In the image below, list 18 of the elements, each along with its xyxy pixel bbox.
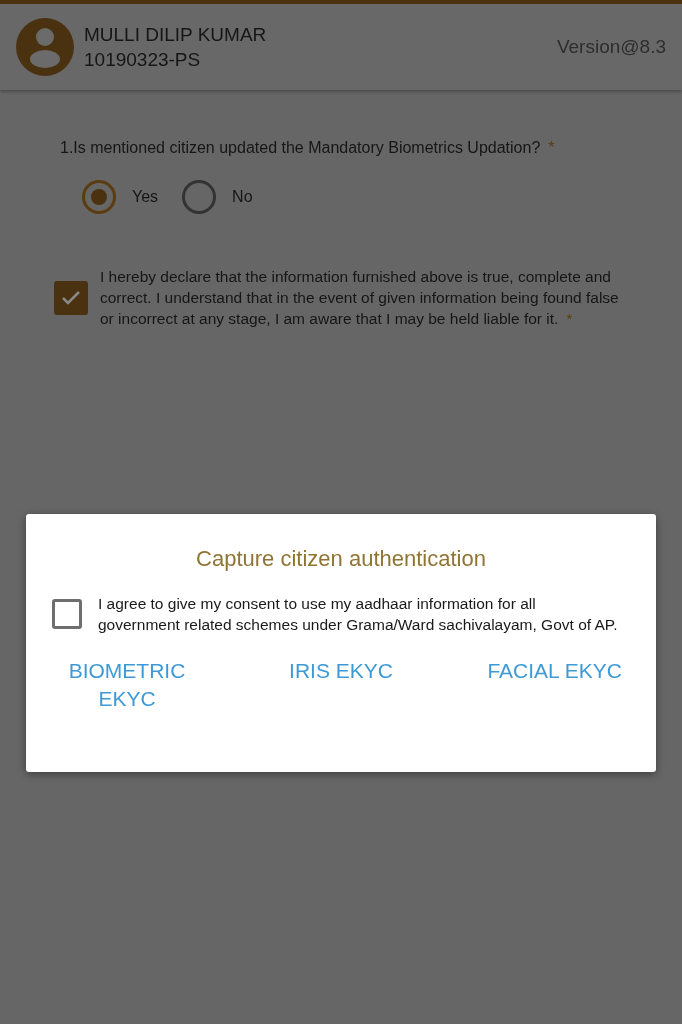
question-text: 1.Is mentioned citizen updated the Mandatory Biometrics Updation? bbox=[60, 138, 541, 158]
version-label: Version@8.3 bbox=[556, 34, 666, 59]
user-name: MULLI DILIP KUMAR bbox=[84, 23, 267, 47]
declaration-checkbox[interactable] bbox=[54, 280, 88, 315]
consent-text: I agree to give my consent to use my aadhaar information for all government related schemes under Grama/Ward sachivalayam, Govt of AP. bbox=[98, 594, 618, 635]
consent-checkbox[interactable] bbox=[52, 599, 82, 629]
radio-label: No bbox=[232, 187, 253, 207]
ekyc-button[interactable]: BIOMETRIC EKYC bbox=[52, 657, 202, 713]
dialog-title: Capture citizen authentication bbox=[196, 545, 486, 573]
radio-button[interactable] bbox=[182, 180, 217, 214]
radio-button[interactable] bbox=[82, 180, 116, 214]
ekyc-button[interactable]: FACIAL EKYC bbox=[479, 657, 630, 685]
required-mark: * bbox=[548, 138, 555, 158]
declaration-text: I hereby declare that the information furnished above is true, complete and correct. I understand that in the event of given information being found false or incorrect at any stage, I am aware that I may be held liable for it. * bbox=[100, 267, 620, 329]
avatar-icon bbox=[16, 18, 74, 76]
user-id: 10190323-PS bbox=[84, 48, 202, 72]
radio-label: Yes bbox=[132, 187, 159, 207]
ekyc-button[interactable]: IRIS EKYC bbox=[281, 657, 401, 685]
